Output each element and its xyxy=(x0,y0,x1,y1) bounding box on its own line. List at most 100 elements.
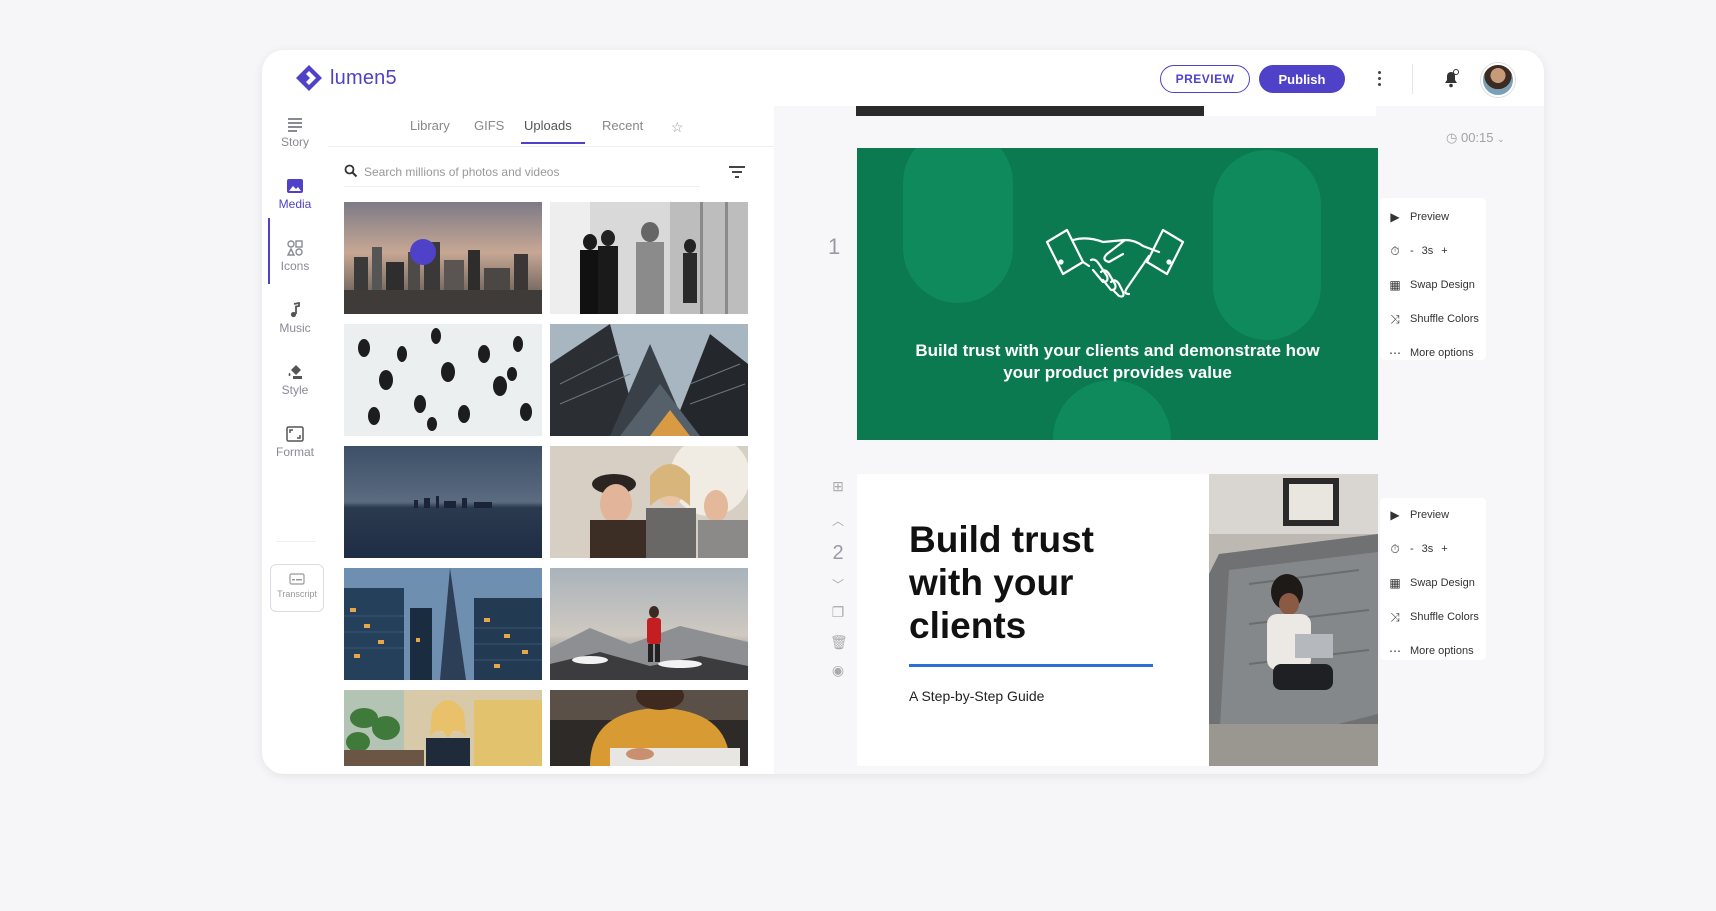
media-panel: Library GIFS Uploads Recent ☆ xyxy=(328,106,774,774)
decor-shape xyxy=(903,148,1013,303)
ellipsis-icon: ⋯ xyxy=(1389,346,1401,360)
toolbar-divider xyxy=(1412,64,1413,94)
shuffle-colors-label: Shuffle Colors xyxy=(1410,313,1479,325)
duplicate-icon[interactable]: ❐ xyxy=(830,604,846,621)
preview-option[interactable]: ▶ Preview xyxy=(1388,208,1449,226)
stopwatch-icon: ⏱ xyxy=(1390,541,1400,556)
rail-item-style[interactable]: Style xyxy=(268,364,322,414)
swap-design-option[interactable]: ▦ Swap Design xyxy=(1388,574,1475,592)
top-bar: lumen5 PREVIEW Publish xyxy=(262,50,1544,106)
trash-icon[interactable]: 🗑 xyxy=(830,634,848,651)
slide-number: 1 xyxy=(828,234,841,259)
duration-display[interactable]: ◷ 00:15 ⌄ xyxy=(1446,130,1505,146)
slide-duration: 3s xyxy=(1421,245,1434,257)
logo[interactable]: lumen5 xyxy=(294,63,397,93)
rail-label-story: Story xyxy=(280,135,309,149)
duration-option: ⏱ - 3s + xyxy=(1388,540,1447,558)
clock-icon: ◷ xyxy=(1446,130,1458,145)
star-icon[interactable]: ☆ xyxy=(671,119,684,136)
layout-icon: ▦ xyxy=(1389,278,1401,292)
rail-label-icons: Icons xyxy=(280,259,310,273)
image-icon xyxy=(287,179,303,193)
slide-number: 2 xyxy=(832,542,844,564)
story-icon xyxy=(288,118,302,132)
rail-item-story[interactable]: Story xyxy=(268,116,322,166)
media-thumbnail[interactable] xyxy=(344,324,542,436)
move-down-icon[interactable]: ﹀ xyxy=(830,576,846,593)
decor-shape xyxy=(1053,380,1171,440)
handshake-icon xyxy=(1045,228,1185,298)
rail-label-music: Music xyxy=(279,321,311,335)
slide-2-photo xyxy=(1209,474,1378,766)
transcript-button[interactable]: Transcript xyxy=(270,564,324,612)
swap-design-label: Swap Design xyxy=(1410,279,1475,291)
editor-canvas: ◷ 00:15 ⌄ 1 Build trust with your client… xyxy=(774,106,1544,774)
media-thumbnail[interactable] xyxy=(550,446,748,558)
search-input[interactable] xyxy=(364,162,684,182)
slide-1[interactable]: Build trust with your clients and demons… xyxy=(857,148,1378,440)
media-thumbnail[interactable] xyxy=(344,446,542,558)
search-icon xyxy=(344,164,358,178)
chevron-down-icon: ⌄ xyxy=(1497,134,1505,144)
rail-item-media[interactable]: Media xyxy=(268,178,322,228)
brand-name: lumen5 xyxy=(330,66,397,89)
duration-plus-button[interactable]: + xyxy=(1441,543,1447,555)
slide-options-1: ▶ Preview ⏱ - 3s + ▦ Swap Design ⤨ Shuff… xyxy=(1380,198,1486,360)
publish-button[interactable]: Publish xyxy=(1259,65,1345,93)
media-thumbnail[interactable] xyxy=(550,568,748,680)
duration-minus-button[interactable]: - xyxy=(1410,543,1414,555)
shuffle-colors-option[interactable]: ⤨ Shuffle Colors xyxy=(1388,608,1479,626)
eye-icon[interactable]: ◉ xyxy=(830,662,846,679)
media-thumbnail[interactable] xyxy=(550,690,748,766)
slide-2[interactable]: Build trust with your clients A Step-by-… xyxy=(857,474,1378,766)
lumen5-logo-icon xyxy=(296,65,322,91)
search-bar xyxy=(344,160,700,187)
transcript-label: Transcript xyxy=(277,589,317,599)
ellipsis-icon: ⋯ xyxy=(1389,644,1401,658)
add-slide-icon[interactable]: ⊞ xyxy=(830,478,846,495)
swap-design-option[interactable]: ▦ Swap Design xyxy=(1388,276,1475,294)
active-tab-indicator xyxy=(521,142,585,144)
media-thumbnail[interactable] xyxy=(550,324,748,436)
rail-item-icons[interactable]: Icons xyxy=(268,240,322,290)
tab-uploads[interactable]: Uploads xyxy=(524,118,572,133)
preview-option-label: Preview xyxy=(1410,211,1450,223)
aspect-ratio-icon xyxy=(286,426,304,442)
rail-item-format[interactable]: Format xyxy=(268,426,322,476)
move-up-icon[interactable]: ︿ xyxy=(830,512,846,529)
left-rail: Story Media Icons Music Style Format Tra… xyxy=(262,106,328,774)
bell-icon[interactable] xyxy=(1440,67,1462,89)
media-thumbnail[interactable] xyxy=(344,690,542,766)
duration-plus-button[interactable]: + xyxy=(1441,245,1447,257)
more-options-option[interactable]: ⋯ More options xyxy=(1388,344,1474,362)
filter-icon[interactable] xyxy=(728,164,746,180)
swap-design-label: Swap Design xyxy=(1410,577,1475,589)
preview-button[interactable]: PREVIEW xyxy=(1160,65,1250,93)
tab-recent[interactable]: Recent xyxy=(602,118,643,133)
duration-option: ⏱ - 3s + xyxy=(1388,242,1447,260)
decor-shape xyxy=(1213,150,1321,340)
media-tabs: Library GIFS Uploads Recent ☆ xyxy=(328,106,774,147)
media-thumbnail[interactable] xyxy=(344,568,542,680)
preview-option[interactable]: ▶ Preview xyxy=(1388,506,1449,524)
transcript-icon xyxy=(289,573,305,585)
shuffle-colors-option[interactable]: ⤨ Shuffle Colors xyxy=(1388,310,1479,328)
avatar[interactable] xyxy=(1481,63,1515,97)
shuffle-colors-label: Shuffle Colors xyxy=(1410,611,1479,623)
preview-option-label: Preview xyxy=(1410,509,1450,521)
slide-options-2: ▶ Preview ⏱ - 3s + ▦ Swap Design ⤨ Shuff… xyxy=(1380,498,1486,660)
kebab-icon[interactable] xyxy=(1374,68,1384,90)
media-thumbnail[interactable] xyxy=(550,202,748,314)
media-thumbnail[interactable] xyxy=(344,202,542,314)
rail-label-format: Format xyxy=(275,445,314,459)
more-options-option[interactable]: ⋯ More options xyxy=(1388,642,1474,660)
rail-item-music[interactable]: Music xyxy=(268,302,322,352)
tab-library[interactable]: Library xyxy=(410,118,450,133)
shuffle-icon: ⤨ xyxy=(1390,609,1400,624)
tab-gifs[interactable]: GIFS xyxy=(474,118,504,133)
music-note-icon xyxy=(290,302,300,318)
duration-value: 00:15 xyxy=(1460,130,1494,145)
shuffle-icon: ⤨ xyxy=(1390,311,1400,326)
slide-2-rule xyxy=(909,664,1153,667)
duration-minus-button[interactable]: - xyxy=(1410,245,1414,257)
